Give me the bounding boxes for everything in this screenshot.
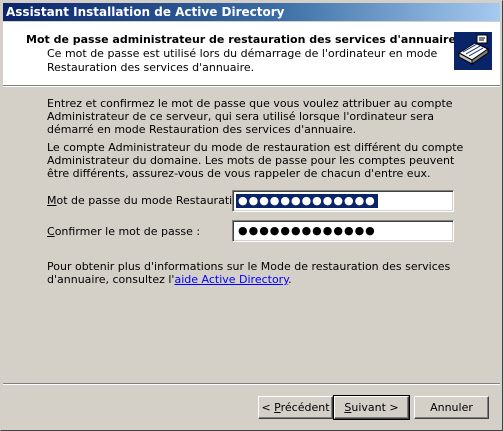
next-button-label: uivant > [351,401,399,414]
help-link[interactable]: aide Active Directory [174,273,288,286]
password-label-accel: M [47,194,57,207]
page-title: Mot de passe administrateur de restaurat… [26,33,456,46]
wizard-window: Assistant Installation de Active Directo… [0,0,503,431]
wizard-header: Mot de passe administrateur de restaurat… [3,22,500,85]
warning-text: Le compte Administrateur du mode de rest… [47,141,464,180]
confirm-password-label: Confirmer le mot de passe : [47,225,200,238]
cancel-button[interactable]: Annuler [414,396,489,419]
directory-book-icon [454,32,492,70]
confirm-password-value: ●●●●●●●●●●●●● [238,224,376,237]
instructions-text: Entrez et confirmez le mot de passe que … [47,97,453,136]
confirm-password-field[interactable]: ●●●●●●●●●●●●● [232,220,454,242]
previous-button-label: récédent [280,401,330,414]
previous-button[interactable]: < Précédent [258,396,333,419]
password-label: Mot de passe du mode Restauration : [47,194,253,207]
password-field[interactable]: ●●●●●●●●●●●●● [232,190,454,212]
help-text: Pour obtenir plus d'informations sur le … [47,260,477,286]
help-text-end: . [288,273,292,286]
footer-divider [3,383,500,385]
password-value: ●●●●●●●●●●●●● [236,194,378,208]
window-title: Assistant Installation de Active Directo… [6,5,285,19]
title-bar[interactable]: Assistant Installation de Active Directo… [3,3,500,21]
header-divider [3,85,500,87]
confirm-label-text: onfirmer le mot de passe : [54,225,201,238]
previous-button-prefix: < [261,401,275,414]
next-button[interactable]: Suivant > [333,395,410,420]
password-label-text: ot de passe du mode Restauration : [56,194,254,207]
confirm-label-accel: C [47,225,55,238]
page-subtitle: Ce mot de passe est utilisé lors du déma… [47,47,438,74]
